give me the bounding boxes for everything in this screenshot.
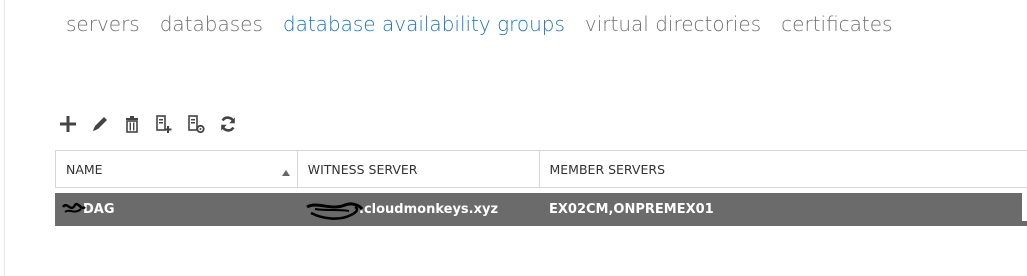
grid-header: NAME WITNESS SERVER MEMBER SERVERS xyxy=(55,150,1027,188)
dag-name: DAG xyxy=(83,202,115,217)
tab-virtual-directories[interactable]: virtual directories xyxy=(585,12,761,36)
column-header-label: NAME xyxy=(66,161,103,177)
tab-database-availability-groups[interactable]: database availability groups xyxy=(283,12,565,36)
edit-button[interactable] xyxy=(88,112,112,136)
add-member-button[interactable] xyxy=(152,112,176,136)
column-header-name[interactable]: NAME xyxy=(56,151,298,187)
cell-witness-server: .cloudmonkeys.xyz xyxy=(297,193,539,226)
column-header-member-servers[interactable]: MEMBER SERVERS xyxy=(540,151,1027,187)
add-icon xyxy=(58,114,78,134)
toolbar xyxy=(56,112,240,136)
member-servers-value: EX02CM,ONPREMEX01 xyxy=(549,202,714,217)
tab-servers[interactable]: servers xyxy=(66,12,140,36)
column-header-witness-server[interactable]: WITNESS SERVER xyxy=(298,151,540,187)
refresh-button[interactable] xyxy=(216,112,240,136)
sort-ascending-icon xyxy=(281,165,291,180)
tab-databases[interactable]: databases xyxy=(160,12,263,36)
tab-bar: servers databases database availability … xyxy=(66,12,892,36)
edit-icon xyxy=(90,114,110,134)
witness-server-value: .cloudmonkeys.xyz xyxy=(359,202,499,217)
column-header-label: MEMBER SERVERS xyxy=(549,161,666,177)
left-divider xyxy=(4,0,5,276)
delete-button[interactable] xyxy=(120,112,144,136)
tab-certificates[interactable]: certificates xyxy=(781,12,892,36)
dag-list: NAME WITNESS SERVER MEMBER SERVERS DAG .… xyxy=(55,150,1027,226)
manage-member-button[interactable] xyxy=(184,112,208,136)
add-member-icon xyxy=(154,114,174,134)
cell-member-servers: EX02CM,ONPREMEX01 xyxy=(539,193,1027,226)
row-end-gap xyxy=(1022,188,1027,221)
manage-member-icon xyxy=(186,114,206,134)
refresh-icon xyxy=(218,114,238,134)
column-header-label: WITNESS SERVER xyxy=(307,161,418,177)
delete-icon xyxy=(122,114,142,134)
exchange-admin-page: servers databases database availability … xyxy=(0,0,1027,276)
add-button[interactable] xyxy=(56,112,80,136)
table-row[interactable]: DAG .cloudmonkeys.xyz EX02CM,ONPREMEX01 xyxy=(55,193,1027,226)
cell-name: DAG xyxy=(55,193,297,226)
